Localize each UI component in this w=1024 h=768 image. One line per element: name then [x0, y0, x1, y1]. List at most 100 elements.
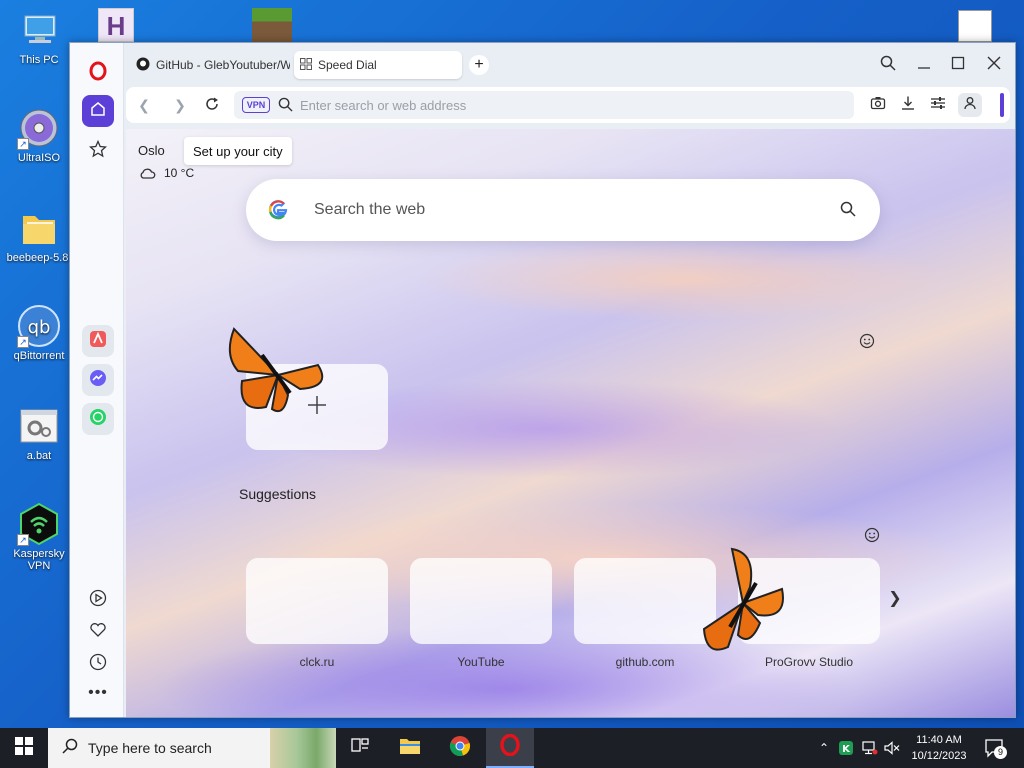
- vpn-badge[interactable]: VPN: [242, 97, 270, 113]
- my-flow-sidebar-button[interactable]: [82, 616, 114, 648]
- chrome-taskbar-button[interactable]: [436, 728, 484, 768]
- opera-logo-icon: [88, 61, 108, 86]
- desktop-icon-label: This PC: [19, 54, 59, 66]
- minimize-button[interactable]: [912, 53, 936, 77]
- aria-sidebar-button[interactable]: [82, 325, 114, 357]
- messenger-sidebar-button[interactable]: [82, 364, 114, 396]
- heart-icon: [89, 621, 107, 644]
- desktop-icon-label: beebeep-5.8.: [6, 252, 72, 264]
- suggestion-tile[interactable]: [574, 558, 716, 644]
- suggestion-label[interactable]: github.com: [574, 655, 716, 669]
- chrome-icon: [449, 735, 471, 762]
- desktop-icon-a-bat[interactable]: a.bat: [3, 404, 75, 462]
- close-button[interactable]: [982, 53, 1006, 77]
- opera-browser-window: ••• GitHub - GlebYoutuber/W Speed Dial +: [69, 42, 1016, 718]
- folder-icon: [399, 737, 421, 760]
- suggestion-label[interactable]: clck.ru: [246, 655, 388, 669]
- taskbar-clock[interactable]: 11:40 AM 10/12/2023: [904, 732, 974, 764]
- home-icon: [90, 101, 106, 122]
- history-sidebar-button[interactable]: [82, 648, 114, 680]
- start-button[interactable]: [0, 728, 48, 768]
- notification-count: 9: [994, 746, 1007, 759]
- url-field: VPN: [234, 91, 854, 119]
- search-icon: [880, 55, 896, 76]
- opera-taskbar-button[interactable]: [486, 728, 534, 768]
- player-sidebar-button[interactable]: [82, 584, 114, 616]
- web-search-input[interactable]: [314, 199, 814, 221]
- opera-menu-button[interactable]: [82, 57, 114, 89]
- maximize-icon: [951, 56, 965, 75]
- snapshot-button[interactable]: [868, 95, 888, 115]
- search-highlight-image: [270, 728, 336, 768]
- web-search-box[interactable]: [246, 179, 880, 241]
- scroll-indicator[interactable]: [1000, 93, 1004, 117]
- disc-icon: ↗: [17, 106, 61, 150]
- desktop-icon-qbittorrent[interactable]: qb ↗ qBittorrent: [3, 304, 75, 362]
- taskbar-search-placeholder: Type here to search: [88, 740, 212, 756]
- github-icon: [136, 57, 150, 74]
- bookmarks-sidebar-button[interactable]: [82, 135, 114, 167]
- whatsapp-sidebar-button[interactable]: [82, 403, 114, 435]
- search-tabs-button[interactable]: [876, 53, 900, 77]
- whatsapp-icon: [89, 408, 107, 431]
- svg-text:K: K: [842, 744, 851, 755]
- smiley-icon[interactable]: [864, 527, 880, 543]
- volume-muted-icon[interactable]: [884, 740, 900, 756]
- smiley-icon[interactable]: [859, 333, 875, 349]
- chevron-left-icon: ❮: [138, 96, 150, 113]
- desktop-icon-hidden-document[interactable]: [958, 10, 992, 42]
- camera-icon: [870, 95, 886, 116]
- show-hidden-icons-button[interactable]: ⌃: [816, 740, 832, 756]
- action-center-button[interactable]: 9: [984, 738, 1007, 759]
- plus-icon: +: [474, 56, 484, 73]
- clock-icon: [89, 653, 107, 676]
- desktop-icon-hidden-minecraft[interactable]: [252, 8, 292, 42]
- desktop-icon-kaspersky-vpn[interactable]: ↗ Kaspersky VPN: [3, 502, 75, 572]
- city-setup-tooltip[interactable]: Set up your city: [184, 137, 292, 165]
- maximize-button[interactable]: [946, 53, 970, 77]
- search-icon: [62, 738, 78, 759]
- chevron-right-icon: ❯: [888, 590, 902, 607]
- tab-speed-dial[interactable]: Speed Dial: [294, 51, 462, 79]
- weather-city[interactable]: Oslo: [138, 143, 165, 158]
- tab-github[interactable]: GitHub - GlebYoutuber/W: [130, 51, 290, 79]
- address-bar: ❮ ❯ VPN: [126, 87, 1010, 123]
- more-dots-icon: •••: [88, 684, 108, 701]
- desktop-icon-hidden-h[interactable]: H: [98, 8, 134, 42]
- suggestions-next-button[interactable]: ❯: [886, 589, 904, 607]
- easy-setup-button[interactable]: [928, 95, 948, 115]
- tab-title: GitHub - GlebYoutuber/W: [156, 58, 290, 72]
- file-explorer-taskbar-button[interactable]: [386, 728, 434, 768]
- search-icon[interactable]: [840, 201, 858, 219]
- computer-icon: [17, 8, 61, 52]
- profile-button[interactable]: [958, 93, 982, 117]
- taskbar-search-box[interactable]: Type here to search: [48, 728, 336, 768]
- network-icon[interactable]: [862, 740, 878, 756]
- minimize-icon: [917, 56, 931, 75]
- batch-file-icon: [17, 404, 61, 448]
- desktop-icon-label: qBittorrent: [13, 350, 65, 362]
- reload-button[interactable]: [202, 95, 222, 115]
- back-button[interactable]: ❮: [134, 95, 154, 115]
- desktop-icon-ultraiso[interactable]: ↗ UltraISO: [3, 106, 75, 164]
- sliders-icon: [930, 95, 946, 116]
- forward-button[interactable]: ❯: [170, 95, 190, 115]
- address-input[interactable]: [300, 95, 840, 115]
- speed-dial-sidebar-button[interactable]: [82, 95, 114, 127]
- desktop-icon-this-pc[interactable]: This PC: [3, 8, 75, 66]
- sidebar-more-button[interactable]: •••: [82, 677, 114, 709]
- qbittorrent-icon: qb ↗: [17, 304, 61, 348]
- downloads-button[interactable]: [898, 95, 918, 115]
- weather-temperature: 10 °C: [164, 166, 195, 180]
- windows-logo-icon: [15, 736, 33, 760]
- desktop-icon-label: Kaspersky VPN: [13, 548, 65, 572]
- suggestion-tile[interactable]: [410, 558, 552, 644]
- suggestion-label[interactable]: YouTube: [410, 655, 552, 669]
- star-icon: [88, 139, 108, 163]
- suggestion-tile[interactable]: [246, 558, 388, 644]
- kaspersky-tray-icon[interactable]: K: [838, 740, 854, 756]
- desktop-icon-beebeep[interactable]: beebeep-5.8.: [3, 206, 75, 264]
- new-tab-button[interactable]: +: [469, 55, 489, 75]
- chevron-right-icon: ❯: [174, 96, 186, 113]
- task-view-button[interactable]: [336, 728, 384, 768]
